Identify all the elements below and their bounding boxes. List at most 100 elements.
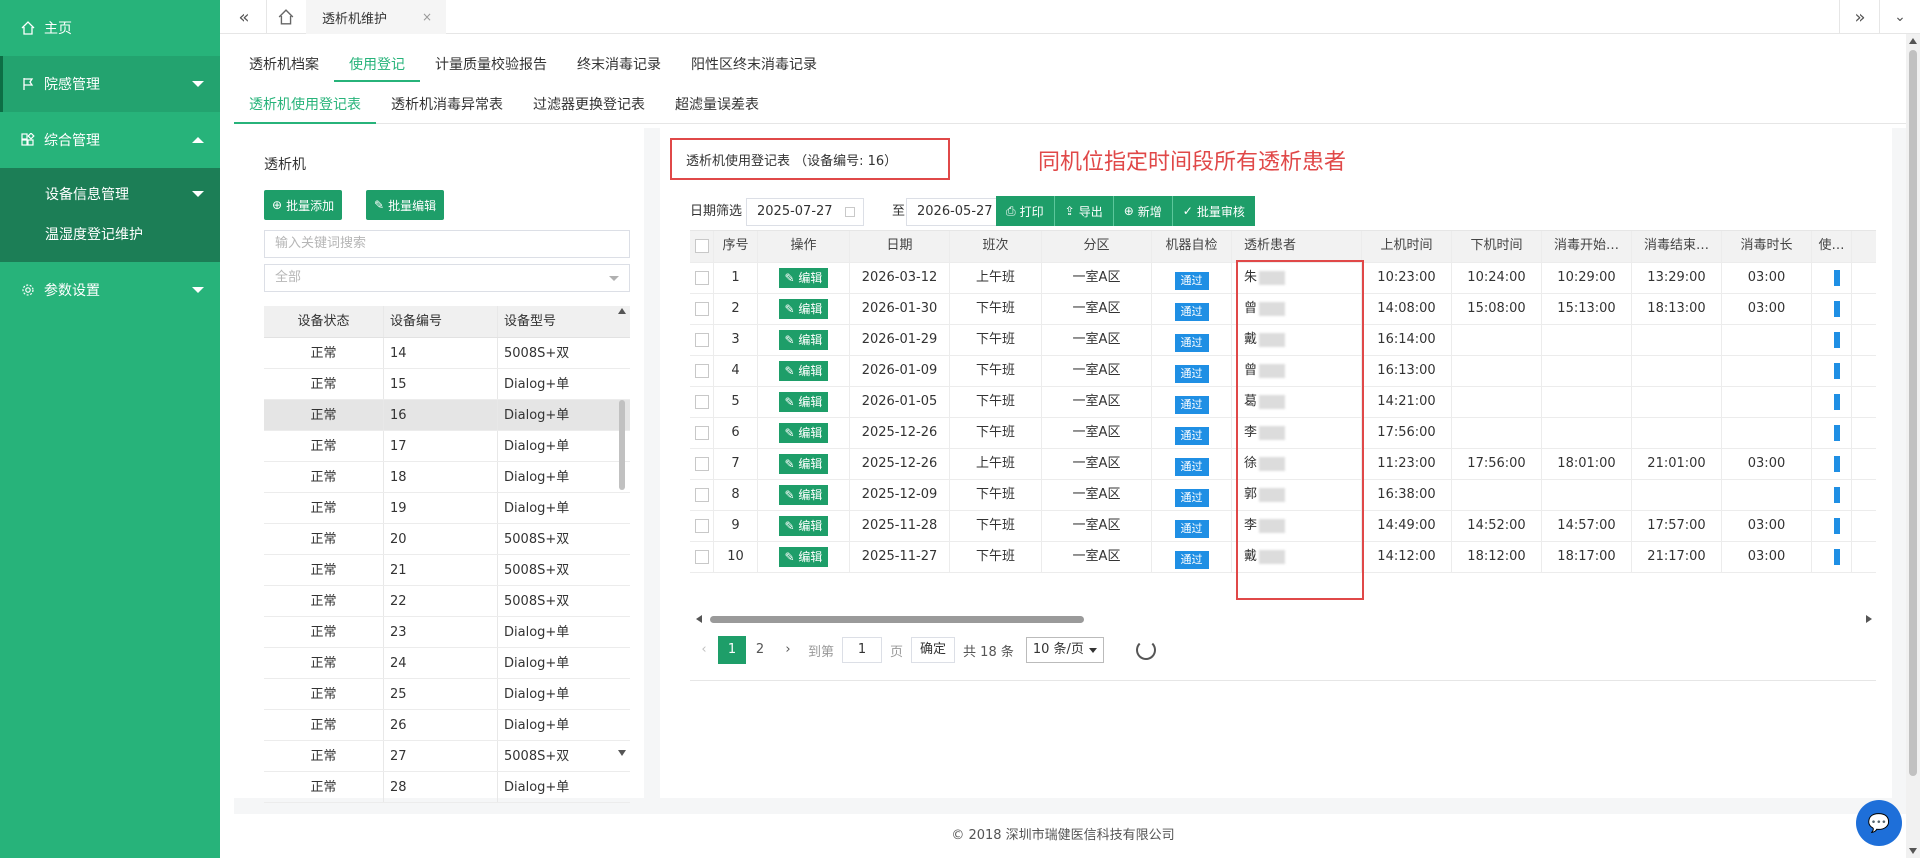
print-button[interactable]: ⎙ 打印 xyxy=(996,196,1055,226)
tab-final-disinfection[interactable]: 终末消毒记录 xyxy=(562,48,676,82)
table-row[interactable]: 正常 27 5008S+双 xyxy=(264,741,630,772)
nav-settings[interactable]: 参数设置 xyxy=(0,262,220,318)
scroll-thumb[interactable] xyxy=(710,616,1084,623)
batch-review-button[interactable]: ✓ 批量审核 xyxy=(1172,196,1255,226)
row-checkbox[interactable] xyxy=(694,301,709,316)
scroll-thumb[interactable] xyxy=(1909,50,1917,776)
row-checkbox[interactable] xyxy=(694,270,709,285)
select-all-checkbox[interactable] xyxy=(694,238,709,253)
edit-icon: ✎ xyxy=(784,332,799,347)
table-row[interactable]: 正常 24 Dialog+单 xyxy=(264,648,630,679)
edit-button[interactable]: ✎ 编辑 xyxy=(778,391,829,412)
nav-general-management[interactable]: 综合管理 xyxy=(0,112,220,168)
edit-button[interactable]: ✎ 编辑 xyxy=(778,546,829,567)
table-row[interactable]: 正常 18 Dialog+单 xyxy=(264,462,630,493)
edit-icon: ✎ xyxy=(374,198,385,212)
page-scrollbar[interactable] xyxy=(1906,34,1920,858)
off-time-cell xyxy=(1452,356,1542,386)
close-icon[interactable]: × xyxy=(422,10,432,24)
tab-calibration-report[interactable]: 计量质量校验报告 xyxy=(420,48,562,82)
row-checkbox[interactable] xyxy=(694,487,709,502)
tab-usage-registration[interactable]: 使用登记 xyxy=(334,48,420,82)
table-row[interactable]: 正常 16 Dialog+单 xyxy=(264,400,630,431)
export-button[interactable]: ⇪ 导出 xyxy=(1054,196,1114,226)
action-buttons: ⎙ 打印 ⇪ 导出 ⊕ 新增 ✓ 批量审核 xyxy=(996,196,1255,226)
tab-disinfection-anomaly[interactable]: 透析机消毒异常表 xyxy=(376,88,518,124)
table-row[interactable]: 正常 19 Dialog+单 xyxy=(264,493,630,524)
nav-home-label: 主页 xyxy=(44,21,72,37)
row-checkbox[interactable] xyxy=(694,394,709,409)
scroll-down-icon[interactable] xyxy=(1909,848,1917,854)
chat-support-button[interactable]: 💬 xyxy=(1856,800,1902,846)
tab-positive-zone-disinfection[interactable]: 阳性区终末消毒记录 xyxy=(676,48,832,82)
tab-dialyzer-archive[interactable]: 透析机档案 xyxy=(234,48,334,82)
list-scrollbar[interactable] xyxy=(616,306,628,758)
table-row[interactable]: 正常 14 5008S+双 xyxy=(264,338,630,369)
home-tab[interactable] xyxy=(266,0,306,34)
date-from-input[interactable]: 2025-07-27 xyxy=(746,198,864,226)
batch-edit-button[interactable]: ✎ 批量编辑 xyxy=(366,190,445,220)
edit-button[interactable]: ✎ 编辑 xyxy=(778,267,829,288)
edit-button[interactable]: ✎ 编辑 xyxy=(778,484,829,505)
tab-menu-chevron-icon[interactable]: ⌄ xyxy=(1880,0,1920,34)
nav-infection-control[interactable]: 院感管理 xyxy=(0,56,220,112)
sub-device-info[interactable]: 设备信息管理 xyxy=(0,174,220,214)
scroll-down-icon[interactable] xyxy=(618,750,626,756)
row-checkbox[interactable] xyxy=(694,518,709,533)
disinfect-start-cell: 10:29:00 xyxy=(1542,263,1632,293)
goto-confirm-button[interactable]: 确定 xyxy=(911,637,956,663)
add-button[interactable]: ⊕ 新增 xyxy=(1113,196,1173,226)
date-filter-label: 日期筛选 xyxy=(690,204,743,219)
nav-settings-label: 参数设置 xyxy=(44,283,100,299)
nav-home[interactable]: 主页 xyxy=(0,0,220,56)
on-time-cell: 11:23:00 xyxy=(1362,449,1452,479)
sub-temp-humidity-label: 温湿度登记维护 xyxy=(45,227,143,243)
page-1[interactable]: 1 xyxy=(718,636,746,664)
edit-button[interactable]: ✎ 编辑 xyxy=(778,453,829,474)
date-cell: 2025-12-26 xyxy=(850,418,950,448)
scroll-right-icon[interactable]: » xyxy=(1840,0,1880,34)
row-checkbox[interactable] xyxy=(694,549,709,564)
sub-temp-humidity[interactable]: 温湿度登记维护 xyxy=(0,214,220,254)
scroll-right-icon[interactable] xyxy=(1866,615,1872,623)
keyword-search-input[interactable]: 输入关键词搜索 xyxy=(264,230,630,258)
edit-button[interactable]: ✎ 编辑 xyxy=(778,422,829,443)
table-row[interactable]: 正常 21 5008S+双 xyxy=(264,555,630,586)
table-row[interactable]: 正常 15 Dialog+单 xyxy=(264,369,630,400)
next-page-icon[interactable]: › xyxy=(774,636,802,664)
tab-filter-replacement[interactable]: 过滤器更换登记表 xyxy=(518,88,660,124)
scroll-up-icon[interactable] xyxy=(618,308,626,314)
tab-usage-log[interactable]: 透析机使用登记表 xyxy=(234,88,376,124)
scroll-up-icon[interactable] xyxy=(1909,38,1917,44)
prev-page-icon[interactable]: ‹ xyxy=(690,636,718,664)
scroll-left-icon[interactable]: « xyxy=(224,0,264,34)
row-checkbox[interactable] xyxy=(694,363,709,378)
edit-button[interactable]: ✎ 编辑 xyxy=(778,515,829,536)
edit-button[interactable]: ✎ 编辑 xyxy=(778,329,829,350)
table-row[interactable]: 正常 28 Dialog+单 xyxy=(264,772,630,803)
table-row[interactable]: 正常 17 Dialog+单 xyxy=(264,431,630,462)
page-size-select[interactable]: 10 条/页 xyxy=(1025,637,1104,663)
batch-add-button[interactable]: ⊕ 批量添加 xyxy=(264,190,343,220)
plus-icon: ⊕ xyxy=(1123,204,1134,218)
goto-page-input[interactable]: 1 xyxy=(842,637,883,663)
scroll-left-icon[interactable] xyxy=(696,615,702,623)
row-checkbox[interactable] xyxy=(694,425,709,440)
row-checkbox[interactable] xyxy=(694,456,709,471)
scroll-thumb[interactable] xyxy=(619,400,625,490)
table-row[interactable]: 正常 25 Dialog+单 xyxy=(264,679,630,710)
table-row[interactable]: 正常 26 Dialog+单 xyxy=(264,710,630,741)
row-checkbox[interactable] xyxy=(694,332,709,347)
table-row[interactable]: 正常 20 5008S+双 xyxy=(264,524,630,555)
refresh-icon[interactable] xyxy=(1135,640,1156,660)
page-2[interactable]: 2 xyxy=(746,636,774,664)
tab-ultrafiltration-error[interactable]: 超滤量误差表 xyxy=(660,88,774,124)
edit-button[interactable]: ✎ 编辑 xyxy=(778,298,829,319)
edit-button[interactable]: ✎ 编辑 xyxy=(778,360,829,381)
table-row[interactable]: 正常 23 Dialog+单 xyxy=(264,617,630,648)
status-filter-select[interactable]: 全部 xyxy=(264,264,630,292)
table-horizontal-scrollbar[interactable] xyxy=(696,612,1872,624)
operation-cell: ✎ 编辑 xyxy=(758,542,850,572)
current-tab[interactable]: 透析机维护 × xyxy=(306,0,446,34)
table-row[interactable]: 正常 22 5008S+双 xyxy=(264,586,630,617)
